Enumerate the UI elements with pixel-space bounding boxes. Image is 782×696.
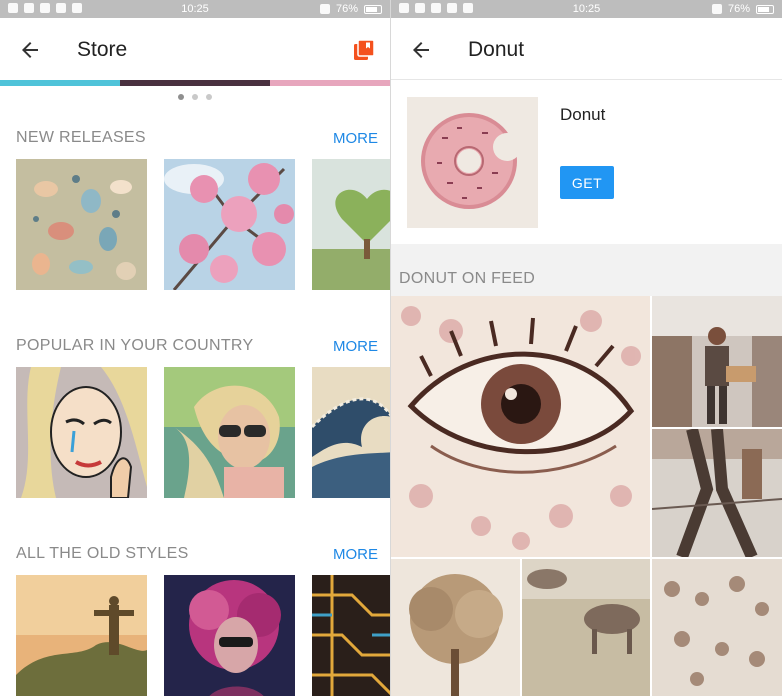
app-bar: Donut xyxy=(391,18,782,80)
donut-detail-screen: 10:25 76% Donut Donut GET DONUT ON FEED xyxy=(391,0,782,696)
feed-title: DONUT ON FEED xyxy=(399,270,536,287)
carousel-dot[interactable] xyxy=(178,94,184,100)
banner-slide xyxy=(270,80,390,86)
bluetooth-icon xyxy=(319,4,330,14)
thumbnail-row xyxy=(16,159,390,291)
thumbnail-circuit-lines[interactable] xyxy=(312,575,390,696)
store-cards-icon[interactable] xyxy=(352,38,376,62)
thumbnail-seashells[interactable] xyxy=(16,159,147,290)
page-title: Donut xyxy=(468,38,525,61)
battery-icon xyxy=(756,4,774,14)
more-link[interactable]: MORE xyxy=(333,338,378,355)
store-screen: 10:25 76% Store NEW RELEASES MORE POPULA… xyxy=(0,0,390,696)
thumbnail-christ-statue[interactable] xyxy=(16,575,147,696)
back-arrow-icon[interactable] xyxy=(409,38,433,62)
thumbnail-row xyxy=(16,367,390,499)
status-right-icons: 76% xyxy=(319,3,382,15)
banner-slide xyxy=(0,80,120,86)
carousel-banner[interactable] xyxy=(0,80,390,86)
battery-percent: 76% xyxy=(727,3,750,15)
more-link[interactable]: MORE xyxy=(333,546,378,563)
more-link[interactable]: MORE xyxy=(333,130,378,147)
status-bar: 10:25 76% xyxy=(0,0,390,18)
thumbnail-sunglasses-woman[interactable] xyxy=(164,367,295,498)
feed-image-walking-legs[interactable] xyxy=(652,429,782,557)
bluetooth-icon xyxy=(711,4,722,14)
section-title: NEW RELEASES xyxy=(16,129,146,146)
status-bar: 10:25 76% xyxy=(391,0,782,18)
thumbnail-cherry-blossom[interactable] xyxy=(164,159,295,290)
feed-image-cows[interactable] xyxy=(522,559,650,696)
carousel-dot[interactable] xyxy=(192,94,198,100)
thumbnail-pop-art-woman[interactable] xyxy=(16,367,147,498)
carousel-indicator xyxy=(0,94,390,102)
battery-percent: 76% xyxy=(335,3,358,15)
feed-image-tree[interactable] xyxy=(391,559,520,696)
banner-slide xyxy=(120,80,270,86)
thumbnail-great-wave[interactable] xyxy=(312,367,390,498)
section-title: POPULAR IN YOUR COUNTRY xyxy=(16,337,254,354)
app-bar: Store xyxy=(0,18,390,80)
feed-grid xyxy=(391,296,782,696)
get-button[interactable]: GET xyxy=(560,166,614,199)
feed-image-standing-man[interactable] xyxy=(652,296,782,427)
page-title: Store xyxy=(77,38,128,61)
feed-image-eye[interactable] xyxy=(391,296,650,557)
thumbnail-row xyxy=(16,575,390,696)
thumbnail-heart-tree[interactable] xyxy=(312,159,390,290)
carousel-dot[interactable] xyxy=(206,94,212,100)
feed-image-crowd[interactable] xyxy=(652,559,782,696)
battery-icon xyxy=(364,4,382,14)
style-name: Donut xyxy=(560,105,606,124)
section-title: ALL THE OLD STYLES xyxy=(16,545,189,562)
status-right-icons: 76% xyxy=(711,3,774,15)
back-arrow-icon[interactable] xyxy=(18,38,42,62)
thumbnail-curly-hair-woman[interactable] xyxy=(164,575,295,696)
style-cover-image xyxy=(407,97,538,228)
